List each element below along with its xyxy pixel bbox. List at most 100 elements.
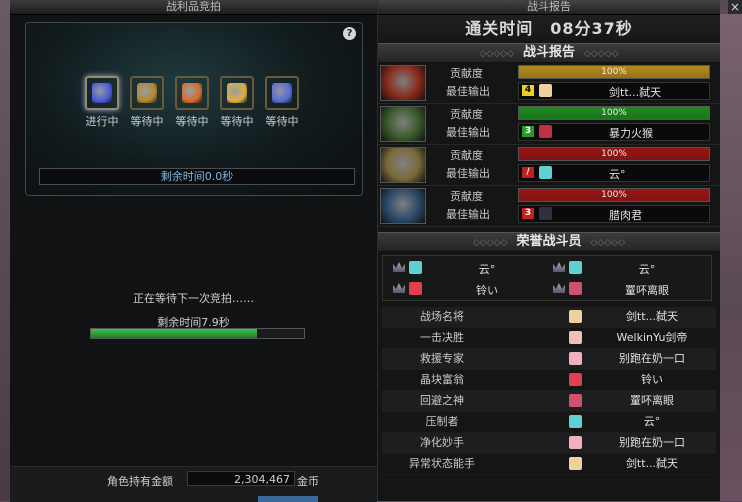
rank-badge: 3: [522, 126, 534, 137]
best-player-name: 暴力火猴: [609, 127, 653, 140]
background-left: [0, 0, 10, 501]
player-portrait: [380, 106, 426, 142]
clear-time: 通关时间 08分37秒: [378, 15, 720, 43]
loot-item-2[interactable]: 等待中: [128, 76, 166, 129]
player-avatar: [539, 166, 552, 179]
crown-icon: [553, 283, 565, 293]
loot-item-4[interactable]: 等待中: [218, 76, 256, 129]
title-avatar: [569, 310, 582, 323]
player-row: 贡献度 最佳输出 100% 4 剑tt...弑天: [378, 63, 720, 104]
title-player-name: 别跑在奶一口: [619, 436, 685, 449]
item-icon[interactable]: [85, 76, 119, 110]
best-output-label: 最佳输出: [446, 208, 490, 221]
title-avatar: [569, 457, 582, 470]
player-portrait: [380, 147, 426, 183]
honor-member[interactable]: 云°: [387, 258, 547, 278]
title-player-name: 剑tt...弑天: [625, 310, 679, 323]
title-avatar: [569, 373, 582, 386]
honor-member[interactable]: 云°: [547, 258, 707, 278]
item-icon[interactable]: [130, 76, 164, 110]
contribution-label: 贡献度: [450, 190, 483, 203]
title-row: 回避之神 罿吥离眼: [382, 391, 716, 412]
best-output-box: / 云°: [518, 164, 710, 182]
player-avatar: [539, 207, 552, 220]
title-player-name: 罿吥离眼: [630, 394, 674, 407]
help-icon[interactable]: ?: [343, 27, 356, 40]
report-panel-title: 战斗报告: [378, 0, 720, 15]
title-label: 净化妙手: [420, 436, 464, 449]
loot-auction-panel: 战利品竞拍 ? 进行中 等待中 等待中 等待中 等待中 剩余时间0.0秒 正在等…: [10, 0, 378, 502]
title-player-name: 剑tt...弑天: [625, 457, 679, 470]
best-player-name: 剑tt...弑天: [609, 86, 662, 99]
title-label: 一击决胜: [420, 331, 464, 344]
honor-header: ◇◇◇◇◇ 荣誉战斗员 ◇◇◇◇◇: [378, 232, 720, 252]
gold-unit: 金币: [297, 475, 319, 488]
item-icon[interactable]: [220, 76, 254, 110]
contribution-label: 贡献度: [450, 108, 483, 121]
best-output-label: 最佳输出: [446, 126, 490, 139]
gold-value: 2,304,467: [187, 471, 295, 486]
crown-icon: [393, 283, 405, 293]
title-label: 战场名将: [420, 310, 464, 323]
bid-button[interactable]: [258, 496, 318, 502]
title-avatar: [569, 352, 582, 365]
gold-label: 角色持有金额: [107, 475, 173, 488]
honor-member[interactable]: 铃い: [387, 279, 547, 299]
item-icon[interactable]: [175, 76, 209, 110]
title-label: 回避之神: [420, 394, 464, 407]
player-row: 贡献度最佳输出 100% 3 腊肉君: [378, 186, 720, 227]
best-player-name: 腊肉君: [609, 209, 642, 222]
title-avatar: [569, 331, 582, 344]
battle-report-panel: 战斗报告 × 通关时间 08分37秒 ◇◇◇◇◇ 战斗报告 ◇◇◇◇◇ 贡献度最…: [378, 0, 742, 501]
best-output-label: 最佳输出: [446, 167, 490, 180]
auction-progress-bar: [90, 328, 305, 339]
contribution-label: 贡献度: [450, 149, 483, 162]
title-row: 一击决胜 WelkinYu剑帝: [382, 328, 716, 349]
contribution-bar: 100%: [518, 106, 710, 120]
ornament-icon: ◇◇◇◇◇: [472, 238, 517, 248]
contribution-bar: 100%: [518, 65, 710, 79]
title-avatar: [569, 394, 582, 407]
loot-box: ? 进行中 等待中 等待中 等待中 等待中 剩余时间0.0秒: [25, 22, 363, 196]
player-avatar: [539, 84, 552, 97]
rank-badge: 3: [522, 208, 534, 219]
player-portrait: [380, 188, 426, 224]
title-row: 压制者 云°: [382, 412, 716, 433]
ornament-icon: ◇◇◇◇◇: [479, 49, 523, 59]
honor-member[interactable]: 罿吥离眼: [547, 279, 707, 299]
title-player-name: 铃い: [641, 373, 663, 386]
item-status: 等待中: [130, 115, 164, 128]
crown-icon: [393, 262, 405, 272]
item-status: 等待中: [175, 115, 209, 128]
member-avatar: [409, 282, 422, 295]
player-avatar: [539, 125, 552, 138]
section-title: 战斗报告: [522, 45, 575, 60]
title-label: 救援专家: [420, 352, 464, 365]
contribution-bar: 100%: [518, 188, 710, 202]
rank-badge: /: [522, 167, 534, 178]
member-name: 云°: [478, 263, 496, 276]
gold-row: 角色持有金额 2,304,467 金币: [10, 466, 377, 502]
loot-item-3[interactable]: 等待中: [173, 76, 211, 129]
close-icon[interactable]: ×: [728, 0, 742, 14]
title-row: 战场名将 剑tt...弑天: [382, 307, 716, 328]
title-player-name: WelkinYu剑帝: [616, 331, 688, 344]
title-row: 晶块富翁 铃い: [382, 370, 716, 391]
rank-badge: 4: [522, 85, 534, 96]
title-avatar: [569, 436, 582, 449]
best-output-box: 3 腊肉君: [518, 205, 710, 223]
background-right: [720, 14, 742, 501]
item-icon[interactable]: [265, 76, 299, 110]
loot-item-5[interactable]: 等待中: [263, 76, 301, 129]
progress-fill: [91, 329, 258, 338]
loot-item-1[interactable]: 进行中: [83, 76, 121, 129]
title-row: 救援专家 别跑在奶一口: [382, 349, 716, 370]
battle-report-header: ◇◇◇◇◇ 战斗报告 ◇◇◇◇◇: [378, 43, 720, 63]
member-avatar: [409, 261, 422, 274]
best-output-box: 4 剑tt...弑天: [518, 82, 710, 100]
waiting-text: 正在等待下一次竞拍……: [133, 292, 254, 305]
title-row: 净化妙手 别跑在奶一口: [382, 433, 716, 454]
loot-panel-title: 战利品竞拍: [10, 0, 377, 15]
player-row: 贡献度 最佳输出 100% / 云°: [378, 145, 720, 186]
best-output-box: 3 暴力火猴: [518, 123, 710, 141]
